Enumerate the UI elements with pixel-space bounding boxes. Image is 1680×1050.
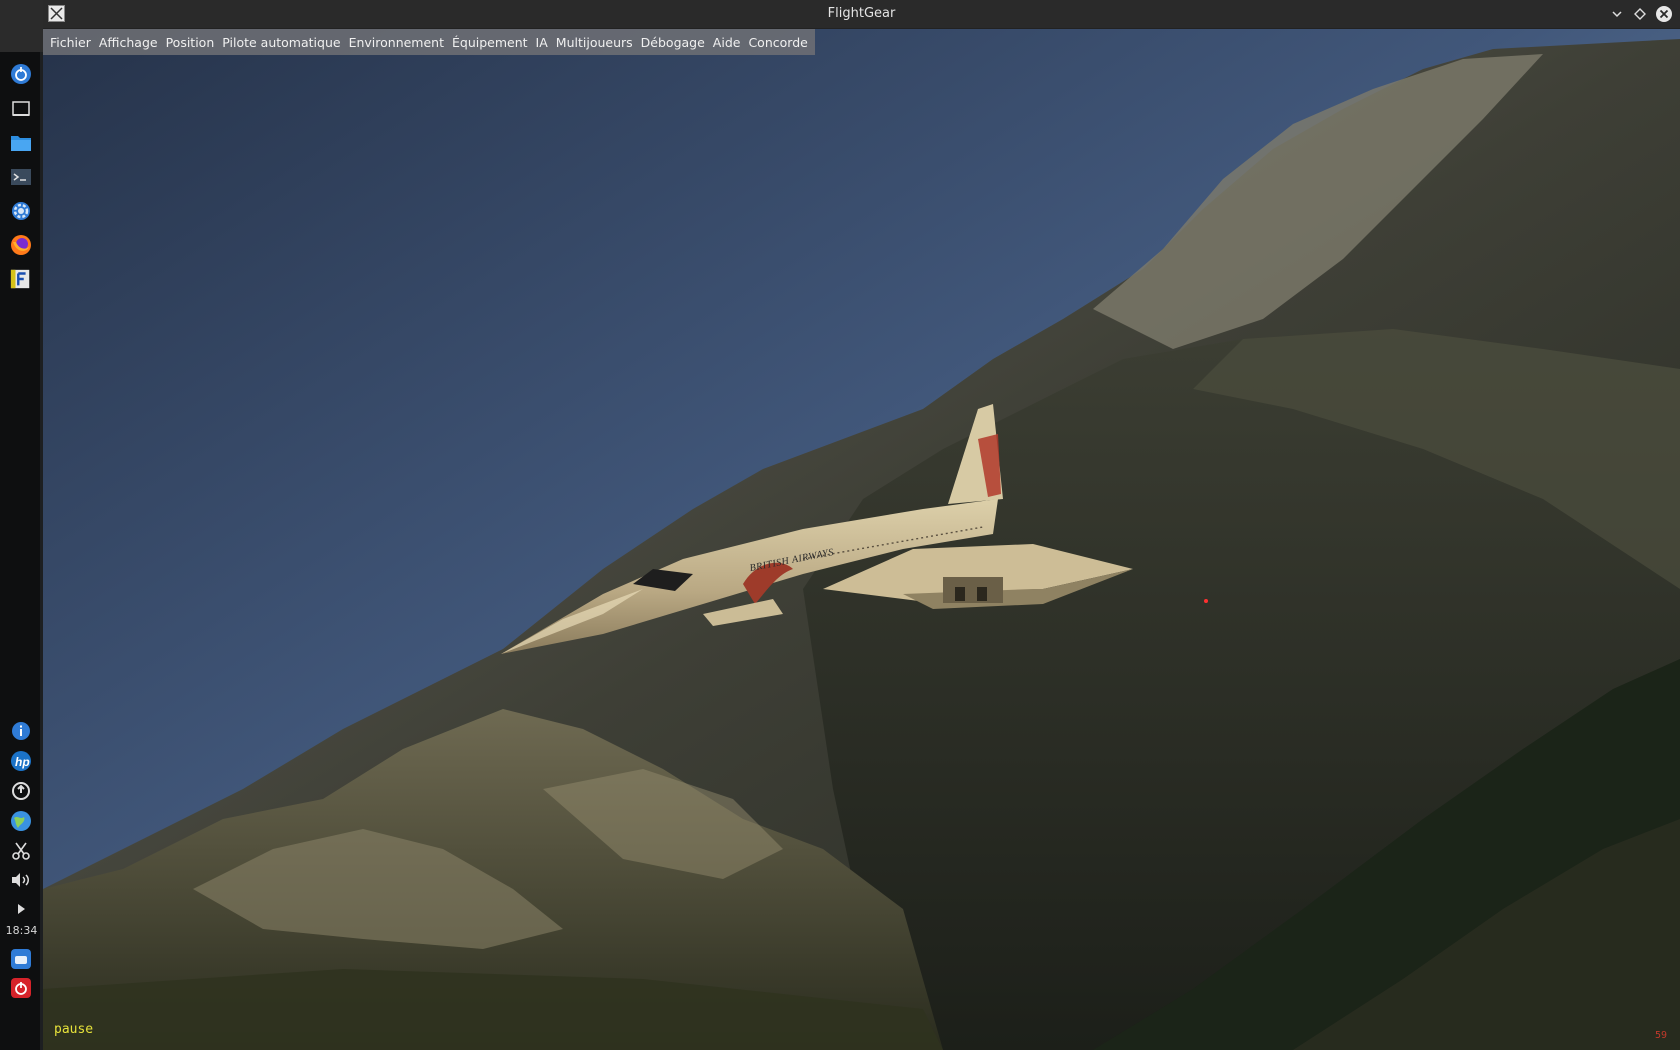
window-title: FlightGear <box>827 6 896 21</box>
scissors-icon[interactable] <box>10 840 32 862</box>
simulator-viewport[interactable]: BRITISH AIRWAYS <box>43 29 1680 1050</box>
menu-multijoueurs[interactable]: Multijoueurs <box>552 35 637 50</box>
minimize-icon[interactable] <box>1607 4 1627 24</box>
menu-bar: Fichier Affichage Position Pilote automa… <box>43 29 815 55</box>
settings-icon[interactable] <box>10 200 32 222</box>
volume-icon[interactable] <box>10 869 32 891</box>
hp-icon[interactable]: hp <box>10 750 32 772</box>
network-globe-icon[interactable] <box>10 810 32 832</box>
left-dock: hp 18:34 <box>0 0 43 1050</box>
close-icon[interactable] <box>1654 4 1674 24</box>
menu-position[interactable]: Position <box>162 35 219 50</box>
menu-fichier[interactable]: Fichier <box>46 35 95 50</box>
menu-concorde[interactable]: Concorde <box>744 35 811 50</box>
file-manager-icon[interactable] <box>10 132 32 154</box>
dock-top-strip <box>0 0 43 52</box>
flightgear-icon[interactable] <box>10 268 32 290</box>
menu-debogage[interactable]: Débogage <box>637 35 709 50</box>
dock-clock[interactable]: 18:34 <box>0 924 43 937</box>
terminal-icon[interactable] <box>10 166 32 188</box>
pause-status-label: pause <box>54 1022 94 1037</box>
maximize-icon[interactable] <box>1630 4 1650 24</box>
update-icon[interactable] <box>10 780 32 802</box>
removable-drive-icon[interactable] <box>10 948 32 970</box>
menu-ia[interactable]: IA <box>532 35 552 50</box>
fps-counter: 59 <box>1655 1030 1668 1041</box>
menu-environnement[interactable]: Environnement <box>345 35 448 50</box>
window-titlebar[interactable]: FlightGear <box>43 0 1680 29</box>
dock-rail <box>40 52 43 1050</box>
menu-affichage[interactable]: Affichage <box>95 35 162 50</box>
scene-render <box>43 29 1680 1050</box>
info-icon[interactable] <box>10 720 32 742</box>
menu-pilote-automatique[interactable]: Pilote automatique <box>218 35 344 50</box>
menu-equipement[interactable]: Équipement <box>448 35 532 50</box>
desktop-icon[interactable] <box>10 98 32 120</box>
power-icon[interactable] <box>10 977 32 999</box>
app-menu-icon[interactable] <box>10 63 32 85</box>
firefox-icon[interactable] <box>10 234 32 256</box>
svg-text:hp: hp <box>15 755 30 769</box>
tray-expand-icon[interactable] <box>10 898 32 920</box>
menu-aide[interactable]: Aide <box>709 35 745 50</box>
